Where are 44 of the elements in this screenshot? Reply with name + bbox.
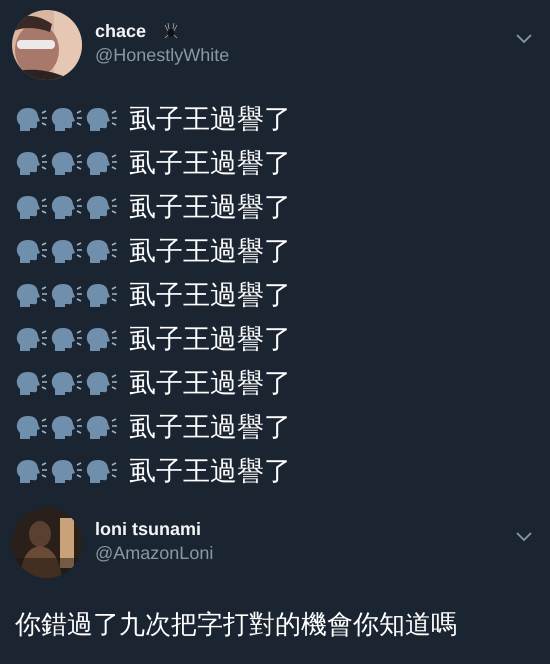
user-name[interactable]: loni tsunami — [95, 518, 503, 540]
speaking-head-icon — [51, 415, 84, 441]
speaking-head-icon — [86, 459, 119, 485]
tweet-line: 虱子王過譽了 — [129, 147, 291, 181]
speaking-head-icon — [86, 151, 119, 177]
speaking-head-icon — [16, 327, 49, 353]
speaking-head-icon — [51, 239, 84, 265]
speaking-head-icon — [16, 459, 49, 485]
tweet-line: 虱子王過譽了 — [129, 279, 291, 313]
speaking-head-icon — [86, 195, 119, 221]
speaking-head-icon — [51, 151, 84, 177]
user-handle[interactable]: @AmazonLoni — [95, 540, 503, 566]
spider-icon — [164, 23, 178, 39]
speaking-head-icon — [86, 371, 119, 397]
speaking-head-icon — [51, 327, 84, 353]
tweet-line: 虱子王過譽了 — [129, 411, 291, 445]
speaking-head-icon — [51, 195, 84, 221]
speaking-head-icon — [51, 107, 84, 133]
speaking-head-icon — [16, 371, 49, 397]
tweet-line: 虱子王過譽了 — [129, 323, 291, 357]
speaking-head-icon — [86, 239, 119, 265]
tweet-line: 虱子王過譽了 — [129, 367, 291, 401]
speaking-head-icon — [16, 283, 49, 309]
speaking-head-icon — [86, 283, 119, 309]
user-name[interactable]: chace — [95, 20, 146, 42]
speaking-head-icon — [51, 371, 84, 397]
speaking-head-icon — [86, 107, 119, 133]
speaking-head-icon — [86, 415, 119, 441]
chevron-down-icon[interactable] — [516, 34, 532, 44]
chevron-down-icon[interactable] — [516, 532, 532, 542]
tweet-line: 虱子王過譽了 — [129, 103, 291, 137]
speaking-head-icon — [16, 239, 49, 265]
speaking-head-icon — [51, 459, 84, 485]
tweet-line: 虱子王過譽了 — [129, 191, 291, 225]
reply-text: 你錯過了九次把字打對的機會你知道嗎 — [14, 609, 458, 642]
speaking-head-icon — [16, 151, 49, 177]
speaking-head-icon — [86, 327, 119, 353]
speaking-head-icon — [16, 195, 49, 221]
user-handle[interactable]: @HonestlyWhite — [95, 42, 503, 68]
tweet-line: 虱子王過譽了 — [129, 455, 291, 489]
speaking-head-icon — [16, 107, 49, 133]
speaking-head-icon — [51, 283, 84, 309]
tweet-line: 虱子王過譽了 — [129, 235, 291, 269]
speaking-head-icon — [16, 415, 49, 441]
